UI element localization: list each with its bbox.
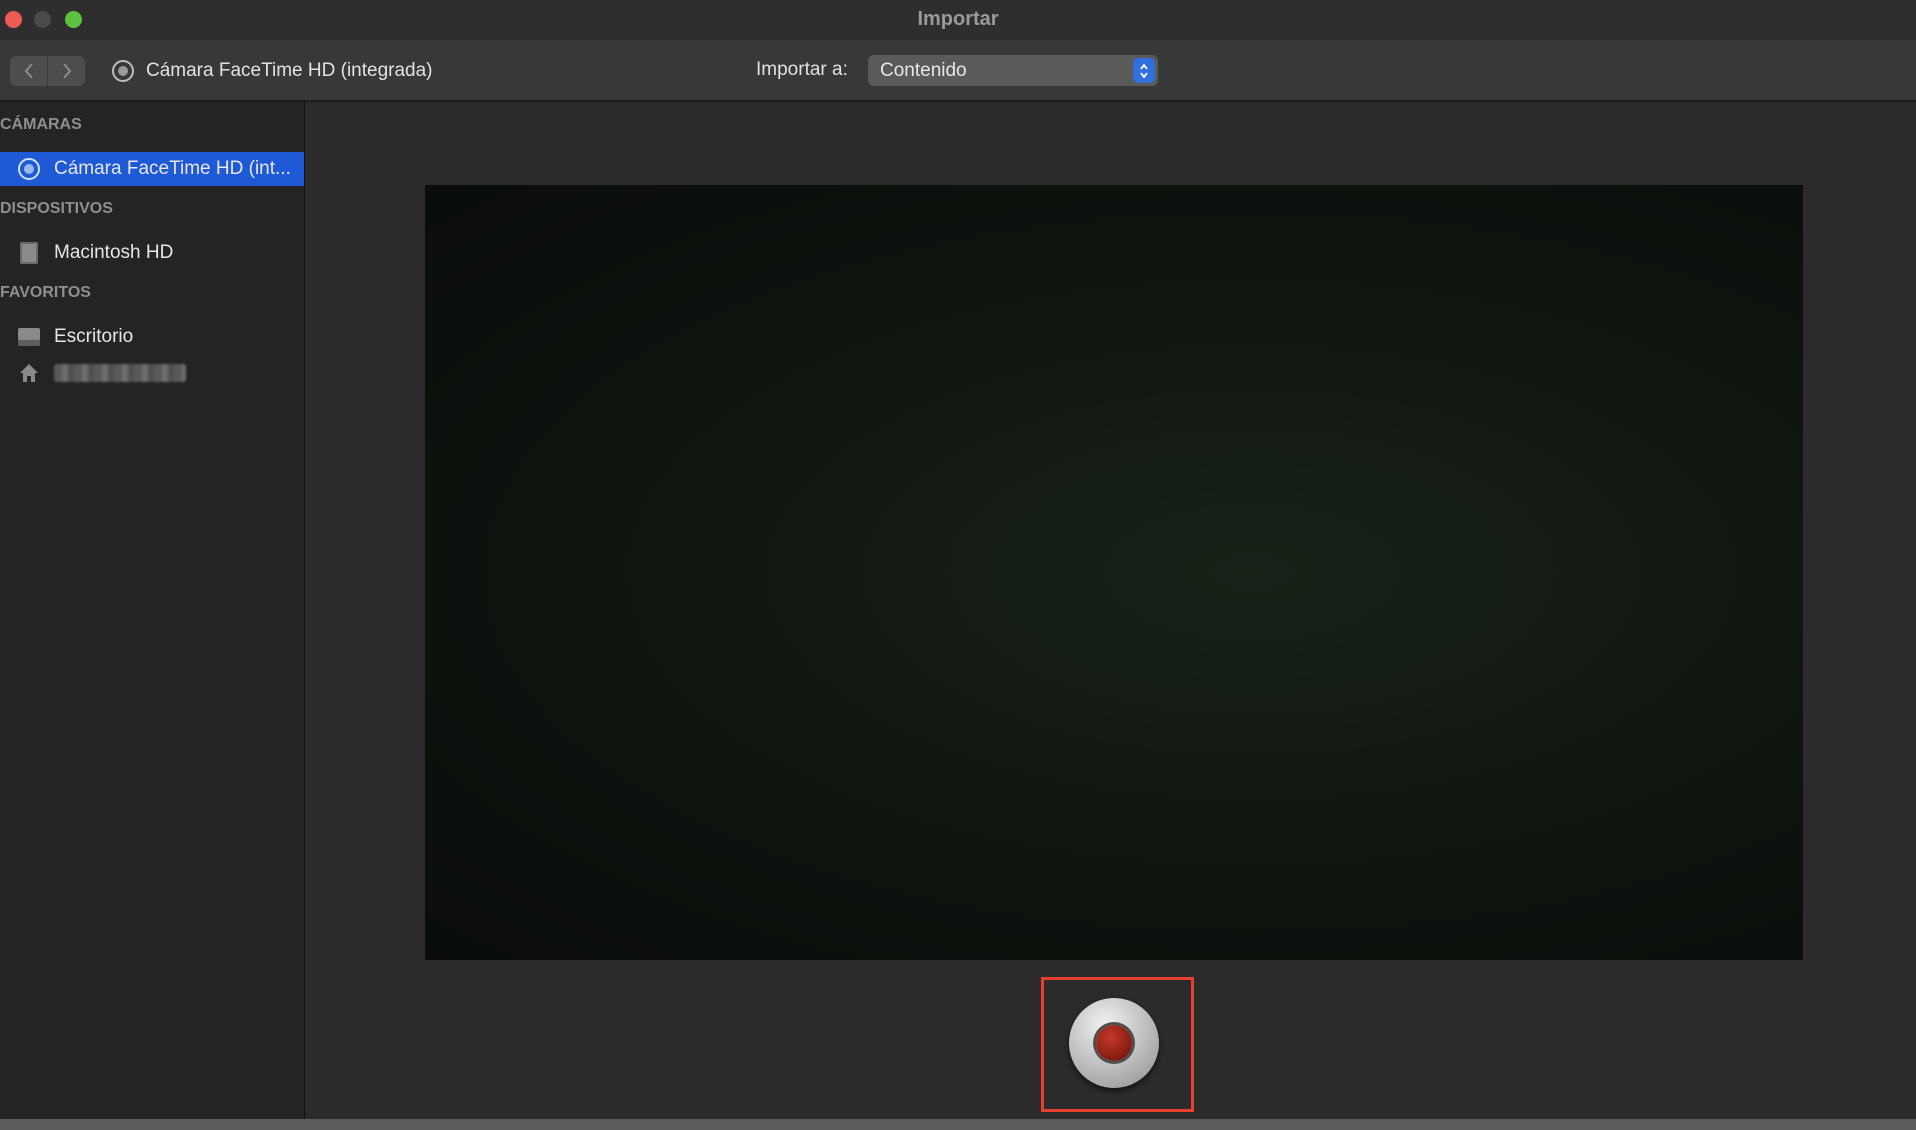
sidebar-item-label: Macintosh HD bbox=[54, 242, 174, 263]
device-title-label: Cámara FaceTime HD (integrada) bbox=[146, 60, 433, 81]
section-header-cameras: CÁMARAS bbox=[0, 116, 82, 133]
toolbar: Cámara FaceTime HD (integrada) Importar … bbox=[0, 40, 1916, 102]
sidebar-item-label: Cámara FaceTime HD (int... bbox=[54, 158, 291, 179]
title-bar: Importar bbox=[0, 0, 1916, 40]
bottom-bar bbox=[0, 1119, 1916, 1130]
redacted-user-folder bbox=[54, 364, 186, 382]
home-icon bbox=[18, 362, 40, 384]
sidebar-item-facetime-camera[interactable]: Cámara FaceTime HD (int... bbox=[0, 152, 304, 186]
section-header-favorites: FAVORITOS bbox=[0, 284, 91, 301]
record-button[interactable] bbox=[1069, 998, 1159, 1088]
device-title: Cámara FaceTime HD (integrada) bbox=[112, 60, 433, 82]
back-button[interactable] bbox=[10, 56, 47, 86]
hard-disk-icon bbox=[18, 242, 40, 264]
window-title: Importar bbox=[917, 8, 999, 30]
select-arrows-icon bbox=[1133, 58, 1155, 83]
desktop-icon bbox=[18, 326, 40, 348]
sidebar-item-macintosh-hd[interactable]: Macintosh HD bbox=[0, 236, 304, 270]
chevron-right-icon bbox=[62, 63, 71, 79]
import-to-label: Importar a: bbox=[756, 59, 848, 80]
forward-button[interactable] bbox=[47, 56, 85, 86]
record-icon bbox=[1096, 1025, 1132, 1061]
navigation-buttons bbox=[10, 56, 85, 86]
import-destination-select[interactable]: Contenido bbox=[868, 55, 1158, 86]
camera-preview bbox=[425, 185, 1803, 960]
import-window: Importar Cámara FaceTime HD (integrada) … bbox=[0, 0, 1916, 1130]
sidebar-item-label: Escritorio bbox=[54, 326, 134, 347]
sidebar-item-home[interactable] bbox=[0, 356, 304, 390]
section-header-devices: DISPOSITIVOS bbox=[0, 200, 113, 217]
camera-icon bbox=[18, 158, 40, 180]
sidebar-item-desktop[interactable]: Escritorio bbox=[0, 320, 304, 354]
sidebar: CÁMARAS Cámara FaceTime HD (int... DISPO… bbox=[0, 102, 305, 1119]
chevron-left-icon bbox=[24, 63, 33, 79]
import-destination-value: Contenido bbox=[880, 60, 967, 81]
camera-icon bbox=[112, 60, 134, 82]
